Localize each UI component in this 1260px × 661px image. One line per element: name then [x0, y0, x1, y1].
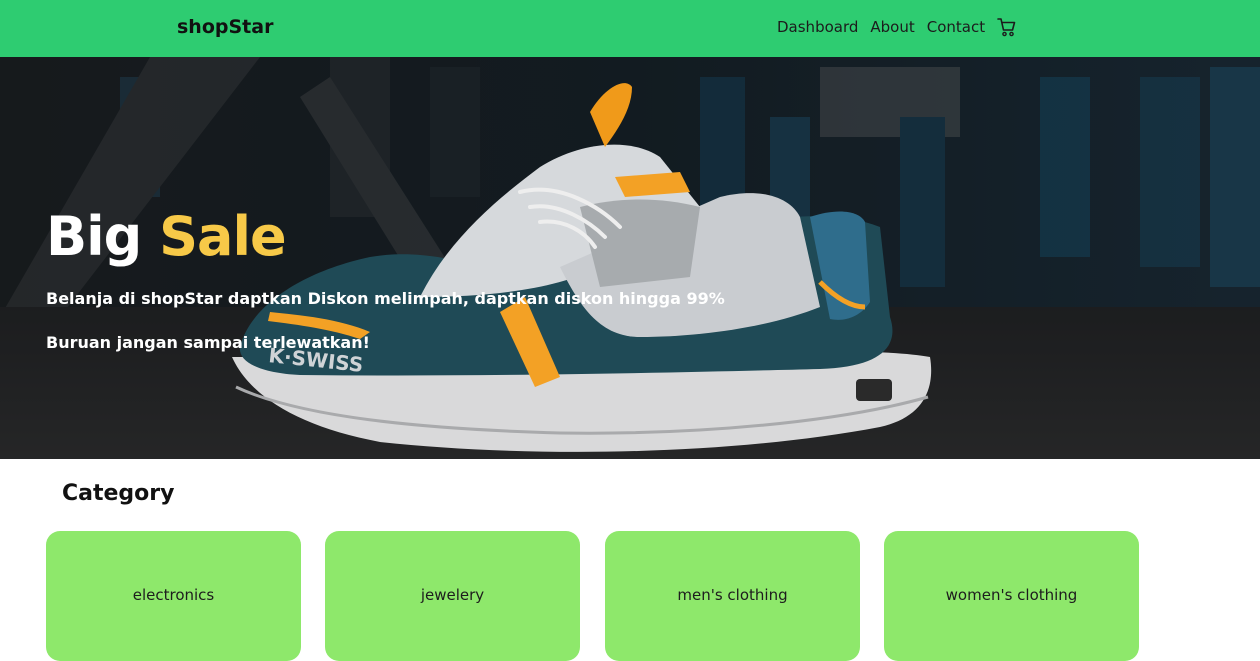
category-label: men's clothing [677, 586, 788, 604]
nav-link-about[interactable]: About [870, 17, 914, 37]
nav-links: Dashboard About Contact [777, 17, 1016, 37]
category-card-womens-clothing[interactable]: women's clothing [884, 531, 1139, 661]
category-label: electronics [132, 586, 215, 604]
category-heading: Category [62, 481, 175, 506]
hero-subtitle-line2: Buruan jangan sampai terlewatkan! [46, 333, 370, 352]
nav-link-contact[interactable]: Contact [927, 17, 985, 37]
hero-banner: K·SWISS Big Sale Belanja di shopStar dap… [0, 57, 1260, 459]
hero-title: Big Sale [46, 205, 287, 268]
brand-logo[interactable]: shopStar [177, 16, 273, 38]
hero-title-word2: Sale [159, 205, 286, 268]
hero-subtitle-line1: Belanja di shopStar daptkan Diskon melim… [46, 289, 725, 308]
category-card-mens-clothing[interactable]: men's clothing [605, 531, 860, 661]
category-label: jewelery [420, 586, 485, 604]
cart-icon[interactable] [997, 17, 1016, 37]
category-label: women's clothing [945, 586, 1078, 604]
hero-title-word1: Big [46, 205, 142, 268]
navbar: shopStar Dashboard About Contact [0, 0, 1260, 57]
nav-link-dashboard[interactable]: Dashboard [777, 17, 858, 37]
category-card-electronics[interactable]: electronics [46, 531, 301, 661]
category-card-jewelery[interactable]: jewelery [325, 531, 580, 661]
